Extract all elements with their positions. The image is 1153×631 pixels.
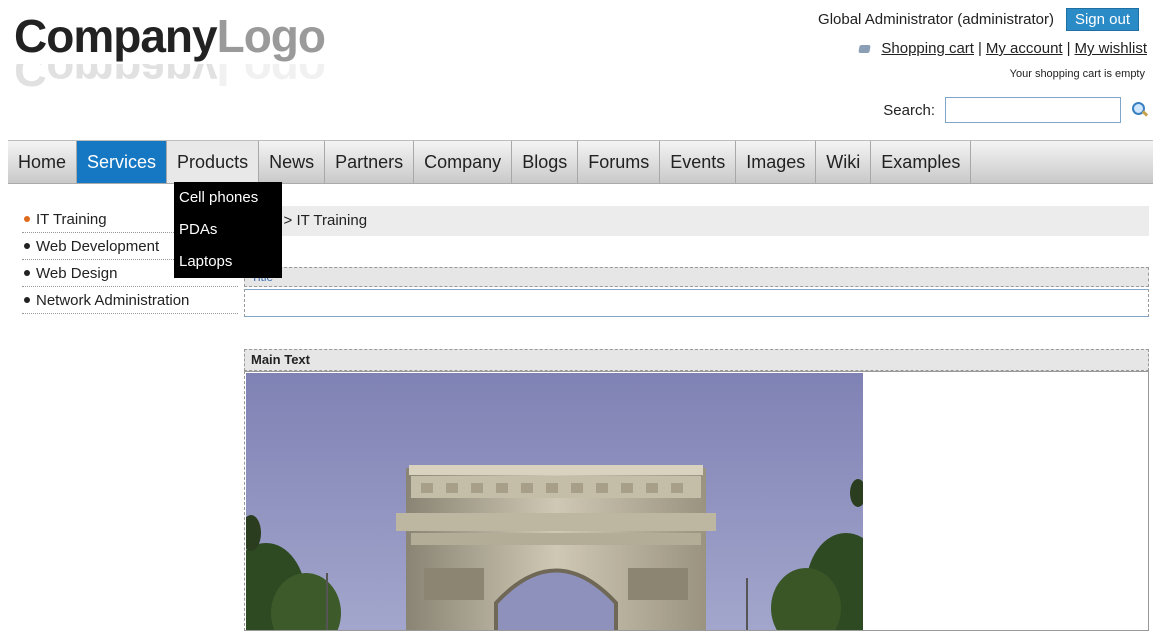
arc-de-triomphe-image[interactable] [246, 373, 863, 631]
main-menu: Home Services Products News Partners Com… [8, 140, 1153, 184]
logo-reflection: CompanyLogo [14, 64, 325, 96]
menu-item-company[interactable]: Company [414, 141, 513, 183]
bullet-icon [24, 243, 30, 249]
leftnav-item-network-administration[interactable]: Network Administration [22, 287, 238, 314]
user-name: Global Administrator (administrator) [818, 11, 1054, 28]
menu-item-news[interactable]: News [259, 141, 326, 183]
cart-status: Your shopping cart is empty [1009, 68, 1145, 80]
shopping-cart-link[interactable]: Shopping cart [881, 40, 974, 57]
my-wishlist-link[interactable]: My wishlist [1074, 40, 1147, 57]
bullet-icon [24, 297, 30, 303]
leftnav-item-label: Network Administration [36, 291, 190, 309]
my-account-link[interactable]: My account [986, 40, 1063, 57]
menu-item-partners[interactable]: Partners [325, 141, 415, 183]
menu-item-events[interactable]: Events [660, 141, 737, 183]
search-bar: Search: [883, 97, 1149, 123]
breadcrumb: ces > IT Training [244, 206, 1149, 236]
search-label: Search: [883, 101, 935, 119]
link-separator: | [1066, 40, 1071, 57]
shopping-cart-icon [857, 42, 873, 56]
account-links: Shopping cart | My account | My wishlist [857, 40, 1147, 57]
title-field[interactable] [244, 289, 1149, 317]
dropdown-item-cell-phones[interactable]: Cell phones [174, 182, 282, 214]
logo-text-logo: Logo [216, 10, 326, 62]
menu-item-forums[interactable]: Forums [578, 141, 661, 183]
bullet-icon [24, 216, 30, 222]
menu-item-images[interactable]: Images [736, 141, 817, 183]
search-icon[interactable] [1131, 101, 1149, 119]
leftnav-item-label: IT Training [36, 210, 107, 228]
menu-item-products[interactable]: Products [167, 141, 260, 183]
dropdown-item-laptops[interactable]: Laptops [174, 246, 282, 278]
user-bar: Global Administrator (administrator) Sig… [818, 8, 1139, 31]
logo-text-company: Company [14, 10, 218, 62]
menu-item-wiki[interactable]: Wiki [816, 141, 872, 183]
menu-item-services[interactable]: Services [77, 141, 168, 183]
logo-reflection-company: Company [14, 64, 217, 96]
sign-out-button[interactable]: Sign out [1065, 8, 1139, 31]
dropdown-item-pdas[interactable]: PDAs [174, 214, 282, 246]
menu-item-blogs[interactable]: Blogs [512, 141, 579, 183]
breadcrumb-current: IT Training [296, 212, 368, 229]
link-separator: | [977, 40, 982, 57]
company-logo[interactable]: CompanyLogo [14, 10, 326, 62]
menu-item-home[interactable]: Home [8, 141, 78, 183]
logo-reflection-logo: Logo [216, 64, 325, 96]
main-text-region-header: Main Text [244, 349, 1149, 371]
leftnav-item-label: Web Development [36, 237, 160, 255]
leftnav-item-label: Web Design [36, 264, 118, 282]
main-text-editor[interactable] [244, 371, 1149, 631]
title-region-header: Title [244, 267, 1149, 287]
bullet-icon [24, 270, 30, 276]
breadcrumb-separator: > [283, 212, 293, 229]
search-input[interactable] [945, 97, 1121, 123]
products-dropdown: Cell phones PDAs Laptops [174, 182, 282, 278]
menu-item-examples[interactable]: Examples [871, 141, 972, 183]
